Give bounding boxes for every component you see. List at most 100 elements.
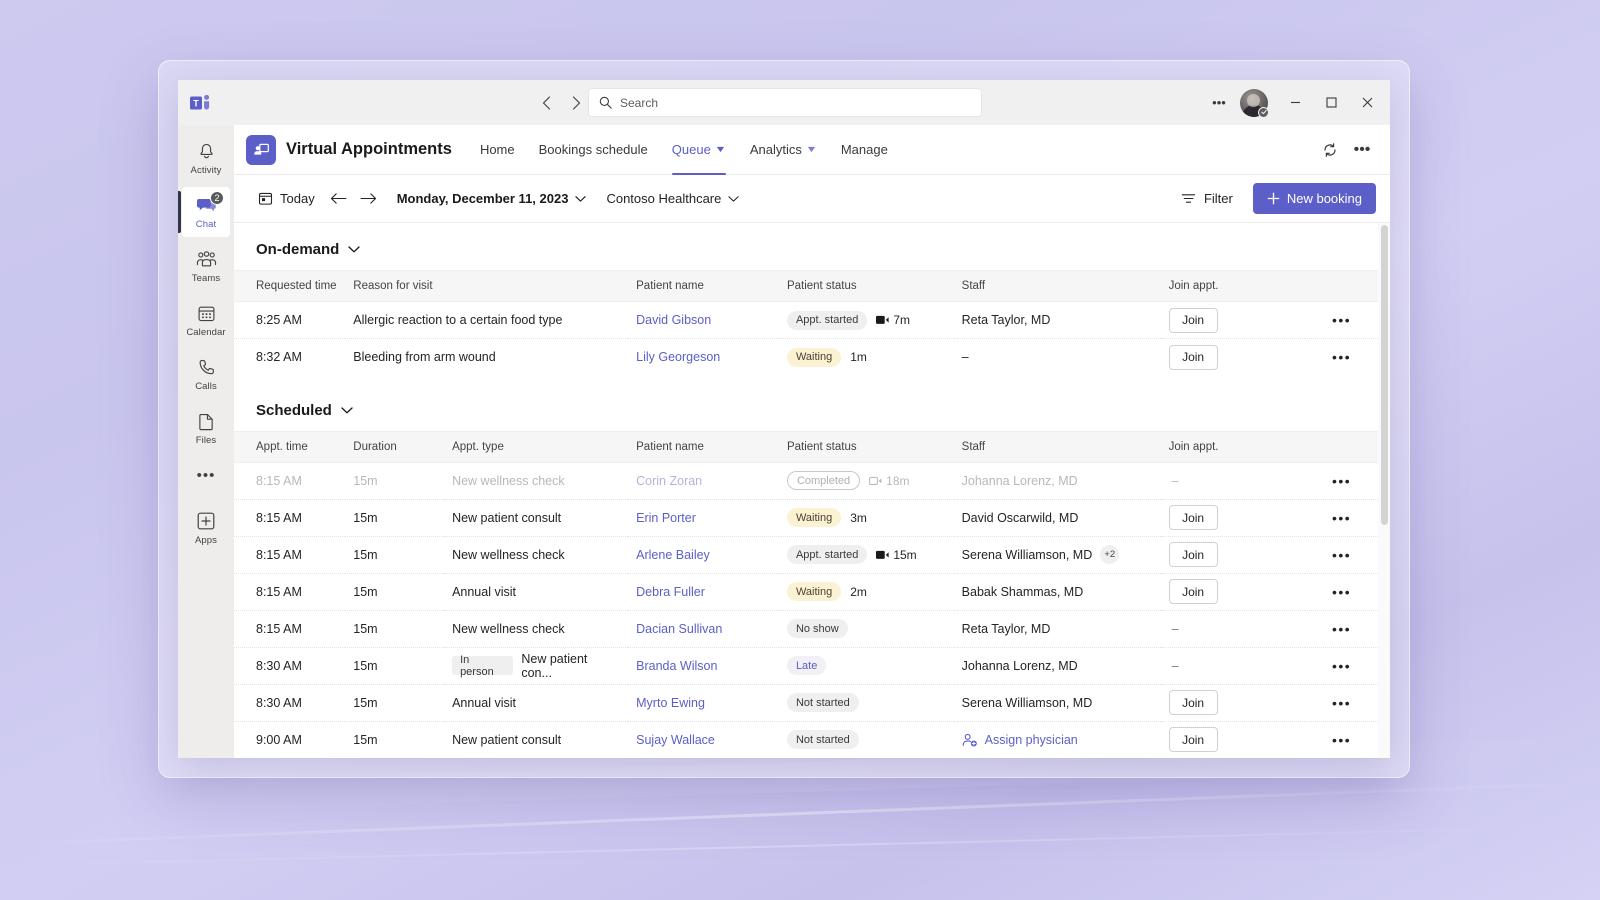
sidebar-item-files[interactable]: Files	[178, 401, 234, 455]
sidebar-item-activity[interactable]: Activity	[178, 131, 234, 185]
join-button[interactable]: Join	[1168, 727, 1218, 753]
table-row[interactable]: 8:15 AM 15m Annual visit Debra Fuller Wa…	[234, 573, 1378, 611]
column-header[interactable]: Patient status	[778, 430, 954, 463]
new-booking-button[interactable]: New booking	[1252, 183, 1376, 214]
app-more-icon[interactable]: •••	[1348, 136, 1376, 164]
column-header[interactable]: Appt. time	[234, 430, 346, 463]
section-header-scheduled[interactable]: Scheduled	[234, 376, 1390, 431]
tab-queue[interactable]: Queue	[660, 125, 738, 175]
table-row[interactable]: 8:15 AM 15m New patient consult Erin Por…	[234, 499, 1378, 537]
table-row[interactable]: 8:32 AM Bleeding from arm wound Lily Geo…	[234, 339, 1378, 376]
row-more-icon[interactable]: •••	[1305, 684, 1378, 722]
close-button[interactable]	[1350, 87, 1384, 119]
staff-name: Johanna Lorenz, MD	[953, 647, 1161, 685]
today-button[interactable]: Today	[250, 186, 323, 211]
page-title: Virtual Appointments	[286, 140, 452, 158]
sidebar-item-chat[interactable]: 2 Chat	[178, 185, 234, 239]
table-row[interactable]: 8:15 AM 15m New wellness check Corin Zor…	[234, 462, 1378, 500]
patient-name-link[interactable]: Sujay Wallace	[628, 721, 779, 758]
row-more-icon[interactable]: •••	[1305, 339, 1378, 376]
join-button[interactable]: Join	[1168, 542, 1218, 567]
tab-analytics[interactable]: Analytics	[738, 125, 829, 175]
tab-label: Manage	[840, 142, 888, 157]
sidebar-item-apps[interactable]: Apps	[178, 501, 234, 555]
column-header[interactable]: Staff	[953, 270, 1161, 302]
tab-bookings-schedule[interactable]: Bookings schedule	[527, 125, 660, 175]
row-more-icon[interactable]: •••	[1305, 301, 1378, 339]
patient-name-link[interactable]: Lily Georgeson	[628, 339, 779, 376]
table-row[interactable]: 8:15 AM 15m New wellness check Arlene Ba…	[234, 536, 1378, 574]
scrollbar-track[interactable]	[1378, 223, 1390, 758]
assign-physician-cell[interactable]: Assign physician	[954, 721, 1161, 758]
join-button[interactable]: Join	[1168, 505, 1218, 530]
patient-name-link[interactable]: Corin Zoran	[628, 462, 779, 500]
column-header[interactable]: Staff	[953, 430, 1161, 463]
column-header[interactable]: Reason for visit	[345, 270, 629, 302]
row-more-icon[interactable]: •••	[1305, 462, 1378, 500]
table-row[interactable]: 9:00 AM 15m New patient consult Sujay Wa…	[234, 721, 1378, 758]
row-more-icon[interactable]: •••	[1305, 573, 1378, 611]
scrollbar-thumb[interactable]	[1381, 225, 1388, 525]
join-button[interactable]: Join	[1168, 344, 1218, 370]
join-cell: –	[1160, 462, 1306, 500]
tab-label: Analytics	[749, 142, 802, 157]
patient-status: Appt. started 15m	[778, 536, 954, 574]
tab-home[interactable]: Home	[468, 125, 527, 175]
table-row[interactable]: 8:25 AM Allergic reaction to a certain f…	[234, 301, 1378, 339]
patient-name-link[interactable]: Erin Porter	[628, 499, 779, 537]
row-more-icon[interactable]: •••	[1305, 721, 1378, 758]
forward-button[interactable]	[563, 90, 589, 116]
patient-name-link[interactable]: Myrto Ewing	[628, 684, 779, 722]
column-header[interactable]: Patient name	[628, 430, 779, 463]
sidebar-item-calendar[interactable]: Calendar	[178, 293, 234, 347]
patient-name-link[interactable]: Debra Fuller	[628, 573, 779, 611]
queue-content: On-demand Requested time Reason for visi…	[234, 223, 1390, 758]
column-header[interactable]: Appt. type	[444, 430, 629, 463]
column-header[interactable]: Duration	[345, 430, 445, 463]
patient-name-link[interactable]: Dacian Sullivan	[628, 610, 779, 648]
rail-more-icon[interactable]: •••	[178, 455, 234, 495]
date-picker[interactable]: Monday, December 11, 2023	[389, 186, 595, 211]
column-header[interactable]: Patient name	[628, 270, 779, 302]
back-button[interactable]	[533, 90, 559, 116]
patient-name-link[interactable]: Branda Wilson	[628, 647, 779, 685]
patient-name-link[interactable]: Arlene Bailey	[628, 536, 779, 574]
join-button[interactable]: Join	[1168, 690, 1218, 715]
table-row[interactable]: 8:15 AM 15m New wellness check Dacian Su…	[234, 610, 1378, 648]
row-more-icon[interactable]: •••	[1305, 610, 1378, 648]
row-more-icon[interactable]: •••	[1305, 536, 1378, 574]
join-button[interactable]: Join	[1168, 579, 1218, 604]
column-header[interactable]: Join appt.	[1160, 270, 1306, 302]
organization-picker[interactable]: Contoso Healthcare	[598, 186, 747, 211]
row-more-icon[interactable]: •••	[1305, 647, 1378, 685]
filter-button[interactable]: Filter	[1173, 186, 1241, 211]
join-button[interactable]: Join	[1168, 307, 1218, 333]
sidebar-item-calls[interactable]: Calls	[178, 347, 234, 401]
column-header[interactable]: Join appt.	[1160, 430, 1306, 463]
table-row[interactable]: 8:30 AM 15m Annual visit Myrto Ewing Not…	[234, 684, 1378, 722]
search-bar[interactable]: Search	[588, 88, 982, 117]
column-header[interactable]: Requested time	[234, 270, 346, 302]
background-streak	[0, 781, 1600, 846]
avatar[interactable]	[1240, 88, 1269, 118]
maximize-button[interactable]	[1314, 87, 1348, 119]
extra-staff-count[interactable]: +2	[1100, 545, 1120, 564]
column-header[interactable]: Patient status	[778, 270, 954, 302]
sidebar-item-teams[interactable]: Teams	[178, 239, 234, 293]
status-badge: Waiting	[786, 508, 842, 527]
patient-name-link[interactable]: David Gibson	[628, 301, 779, 339]
staff-name: David Oscarwild, MD	[953, 499, 1161, 537]
refresh-icon[interactable]	[1316, 136, 1344, 164]
chat-unread-badge: 2	[210, 191, 224, 205]
minimize-button[interactable]	[1278, 87, 1312, 119]
row-more-icon[interactable]: •••	[1305, 499, 1378, 537]
next-day-button[interactable]	[355, 185, 383, 213]
section-header-ondemand[interactable]: On-demand	[234, 223, 1390, 270]
join-cell: Join	[1160, 301, 1306, 339]
reason-for-visit: Allergic reaction to a certain food type	[345, 301, 629, 339]
table-row[interactable]: 8:30 AM 15m In person New patient con...…	[234, 647, 1378, 685]
titlebar-more-icon[interactable]: •••	[1204, 88, 1234, 118]
prev-day-button[interactable]	[325, 185, 353, 213]
search-input-placeholder[interactable]: Search	[620, 96, 658, 110]
tab-manage[interactable]: Manage	[829, 125, 900, 175]
